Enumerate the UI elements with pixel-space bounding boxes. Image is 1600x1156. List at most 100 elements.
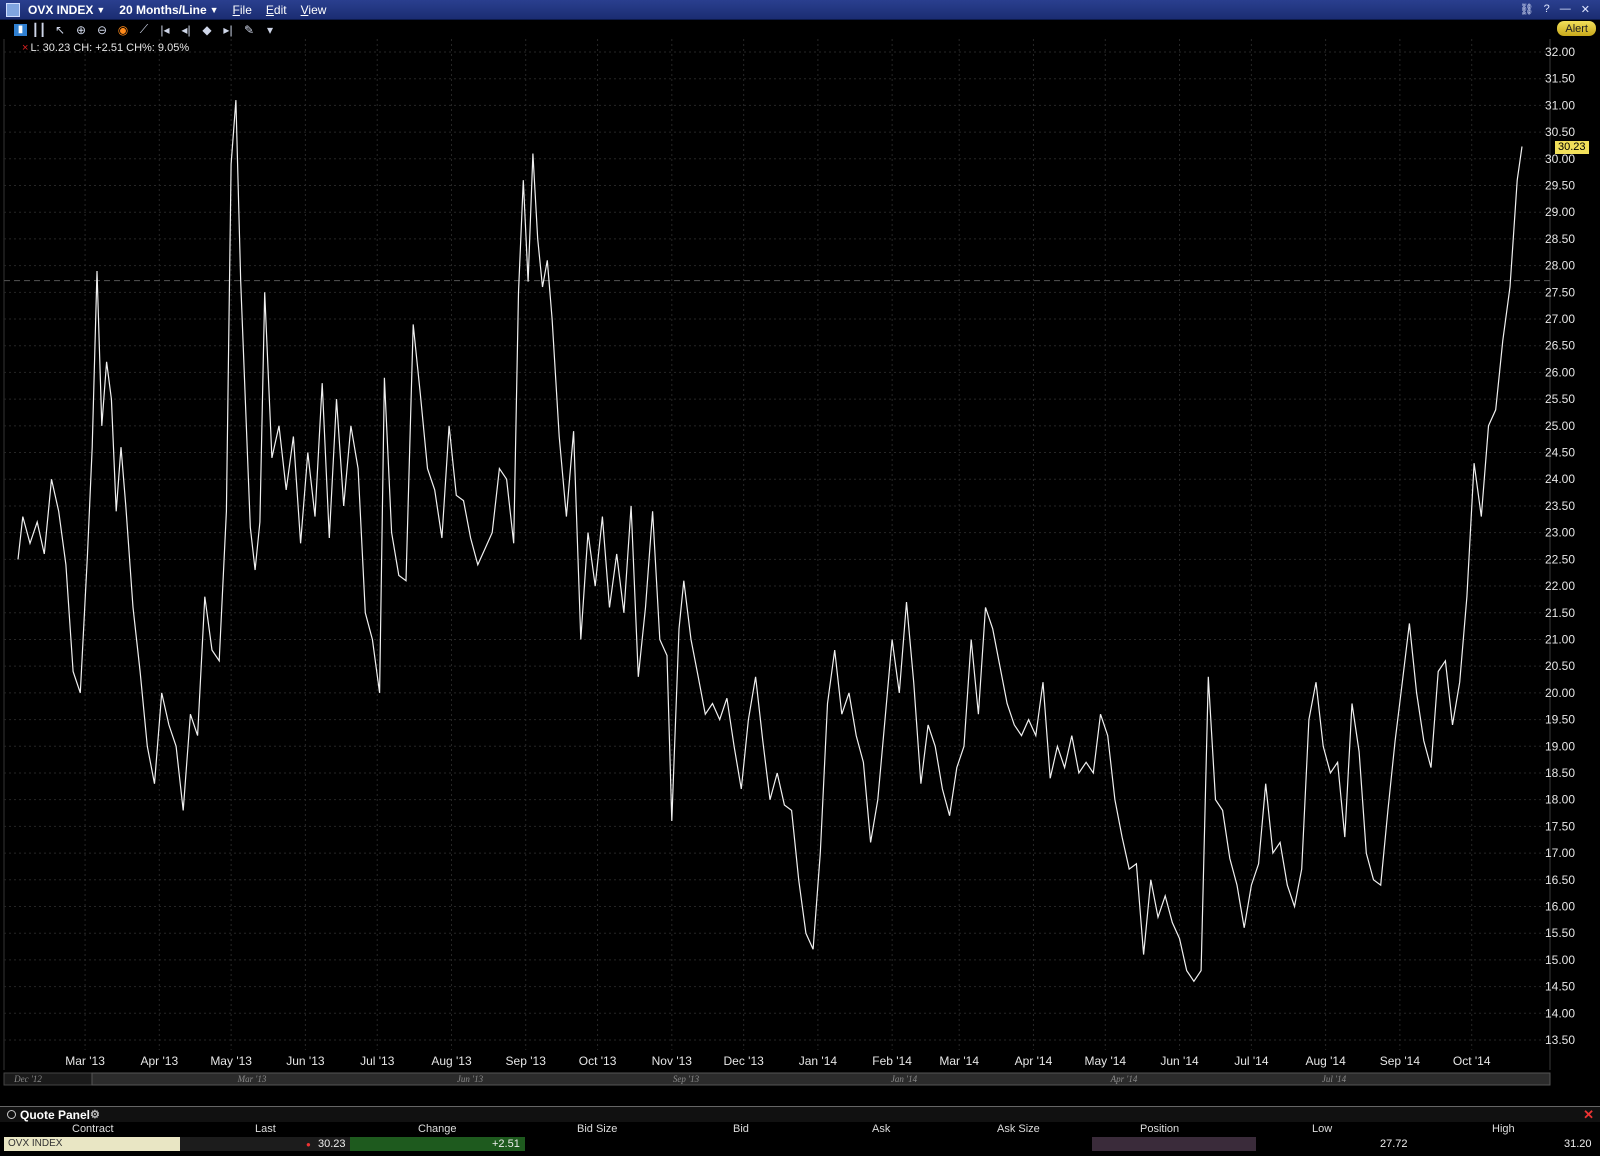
y-tick-label: 27.50: [1545, 285, 1575, 299]
x-tick-label: Nov '13: [652, 1054, 693, 1068]
change-value: +2.51: [492, 1138, 520, 1150]
y-tick-label: 14.50: [1545, 980, 1575, 994]
trendline-icon[interactable]: ⟋: [135, 22, 153, 38]
scroll-start-icon[interactable]: ◂|: [177, 22, 195, 38]
price-info-label: × L: 30.23 CH: +2.51 CH%: 9.05%: [22, 42, 189, 54]
price-chart[interactable]: 13.50 14.00 14.50 15.00 15.50 16.00 16.50 17.00…: [0, 39, 1600, 1091]
y-tick-label: 15.50: [1545, 926, 1575, 940]
y-tick-label: 20.50: [1545, 659, 1575, 673]
y-tick-label: 24.50: [1545, 446, 1575, 460]
contract-value: OVX INDEX: [8, 1138, 63, 1149]
y-tick-label: 19.50: [1545, 713, 1575, 727]
y-tick-label: 17.50: [1545, 819, 1575, 833]
crosshair-icon[interactable]: ◉: [114, 22, 132, 38]
col-ask-size[interactable]: Ask Size: [997, 1123, 1040, 1135]
overview-tick-label: Dec '12: [13, 1074, 42, 1084]
y-tick-label: 22.50: [1545, 552, 1575, 566]
x-tick-label: Aug '14: [1305, 1054, 1346, 1068]
menu-view[interactable]: View: [301, 3, 327, 17]
col-ask[interactable]: Ask: [872, 1123, 890, 1135]
x-tick-label: Apr '14: [1015, 1054, 1053, 1068]
remove-icon[interactable]: ×: [22, 42, 28, 54]
last-value: 30.23: [318, 1138, 346, 1150]
col-high[interactable]: High: [1492, 1123, 1515, 1135]
overview-tick-label: Jul '14: [1322, 1074, 1347, 1084]
y-tick-label: 30.50: [1545, 125, 1575, 139]
y-tick-label: 19.00: [1545, 739, 1575, 753]
col-bid[interactable]: Bid: [733, 1123, 749, 1135]
x-tick-label: Mar '14: [939, 1054, 979, 1068]
quote-columns: Contract Last Change Bid Size Bid Ask As…: [0, 1122, 1600, 1137]
y-tick-label: 32.00: [1545, 45, 1575, 59]
zoom-in-icon[interactable]: ⊕: [72, 22, 90, 38]
x-tick-label: Mar '13: [65, 1054, 105, 1068]
expand-icon[interactable]: ◆: [198, 22, 216, 38]
overview-tick-label: Jan '14: [891, 1074, 918, 1084]
col-last[interactable]: Last: [255, 1123, 276, 1135]
y-tick-label: 20.00: [1545, 686, 1575, 700]
menu-file[interactable]: File: [233, 3, 252, 17]
quote-panel: Quote Panel ⚙ ✕ Contract Last Change Bid…: [0, 1106, 1600, 1156]
x-tick-label: May '13: [210, 1054, 252, 1068]
symbol-dropdown[interactable]: OVX INDEX ▼: [28, 3, 105, 17]
x-tick-label: Aug '13: [431, 1054, 472, 1068]
y-tick-label: 17.00: [1545, 846, 1575, 860]
y-tick-label: 21.50: [1545, 606, 1575, 620]
col-position[interactable]: Position: [1140, 1123, 1179, 1135]
symbol-label: OVX INDEX: [28, 2, 94, 17]
chart-type-icon[interactable]: ▮: [14, 23, 27, 36]
more-icon[interactable]: ▾: [261, 22, 279, 38]
zoom-out-icon[interactable]: ⊖: [93, 22, 111, 38]
window-controls: ⛓ ? — ✕: [1520, 3, 1590, 16]
col-bid-size[interactable]: Bid Size: [577, 1123, 617, 1135]
x-tick-label: Jun '14: [1160, 1054, 1199, 1068]
x-tick-label: Oct '14: [1453, 1054, 1491, 1068]
y-tick-label: 23.50: [1545, 499, 1575, 513]
quote-row[interactable]: OVX INDEX ● 30.23 +2.51 27.72 31.20: [0, 1137, 1600, 1152]
y-tick-label: 15.00: [1545, 953, 1575, 967]
y-tick-label: 27.00: [1545, 312, 1575, 326]
help-icon[interactable]: ?: [1544, 3, 1550, 16]
wrench-icon[interactable]: ✎: [240, 22, 258, 38]
y-tick-label: 28.00: [1545, 259, 1575, 273]
scroll-left-icon[interactable]: |◂: [156, 22, 174, 38]
scroll-right-icon[interactable]: ▸|: [219, 22, 237, 38]
y-tick-label: 26.50: [1545, 339, 1575, 353]
y-tick-label: 16.50: [1545, 873, 1575, 887]
y-tick-label: 21.00: [1545, 632, 1575, 646]
overview-tick-label: Mar '13: [237, 1074, 267, 1084]
menu-edit[interactable]: Edit: [266, 3, 287, 17]
x-tick-label: Jan '14: [799, 1054, 838, 1068]
chevron-down-icon: ▼: [96, 4, 106, 15]
quote-panel-title: Quote Panel: [20, 1107, 91, 1122]
overview-tick-label: Jun '13: [457, 1074, 484, 1084]
chart-toolbar: ▮ ┃┃ ↖ ⊕ ⊖ ◉ ⟋ |◂ ◂| ◆ ▸| ✎ ▾ Alert: [0, 20, 1600, 39]
y-tick-label: 25.50: [1545, 392, 1575, 406]
minimize-icon[interactable]: —: [1560, 3, 1571, 16]
alert-button[interactable]: Alert: [1557, 21, 1596, 36]
y-tick-label: 31.50: [1545, 72, 1575, 86]
overview-tick-label: Sep '13: [673, 1074, 700, 1084]
overview-tick-label: Apr '14: [1110, 1074, 1138, 1084]
col-contract[interactable]: Contract: [72, 1123, 114, 1135]
last-price-marker: 30.23: [1555, 141, 1589, 154]
close-icon[interactable]: ✕: [1581, 3, 1590, 16]
link-icon[interactable]: ⛓: [1520, 3, 1534, 16]
collapse-icon[interactable]: [7, 1110, 16, 1119]
settings-icon[interactable]: ⚙: [90, 1108, 100, 1121]
quote-panel-header: Quote Panel ⚙ ✕: [0, 1106, 1600, 1122]
close-icon[interactable]: ✕: [1583, 1107, 1594, 1123]
col-low[interactable]: Low: [1312, 1123, 1332, 1135]
bar-chart-icon[interactable]: ┃┃: [30, 22, 48, 38]
y-tick-label: 16.00: [1545, 899, 1575, 913]
high-value: 31.20: [1564, 1138, 1592, 1150]
col-change[interactable]: Change: [418, 1123, 457, 1135]
y-tick-label: 18.50: [1545, 766, 1575, 780]
x-tick-label: Jul '14: [1234, 1054, 1269, 1068]
x-tick-label: Feb '14: [872, 1054, 912, 1068]
down-dot-icon: ●: [306, 1140, 311, 1149]
timeframe-dropdown[interactable]: 20 Months/Line ▼: [119, 3, 218, 17]
y-tick-label: 29.00: [1545, 205, 1575, 219]
cursor-icon[interactable]: ↖: [51, 22, 69, 38]
x-tick-label: May '14: [1084, 1054, 1126, 1068]
